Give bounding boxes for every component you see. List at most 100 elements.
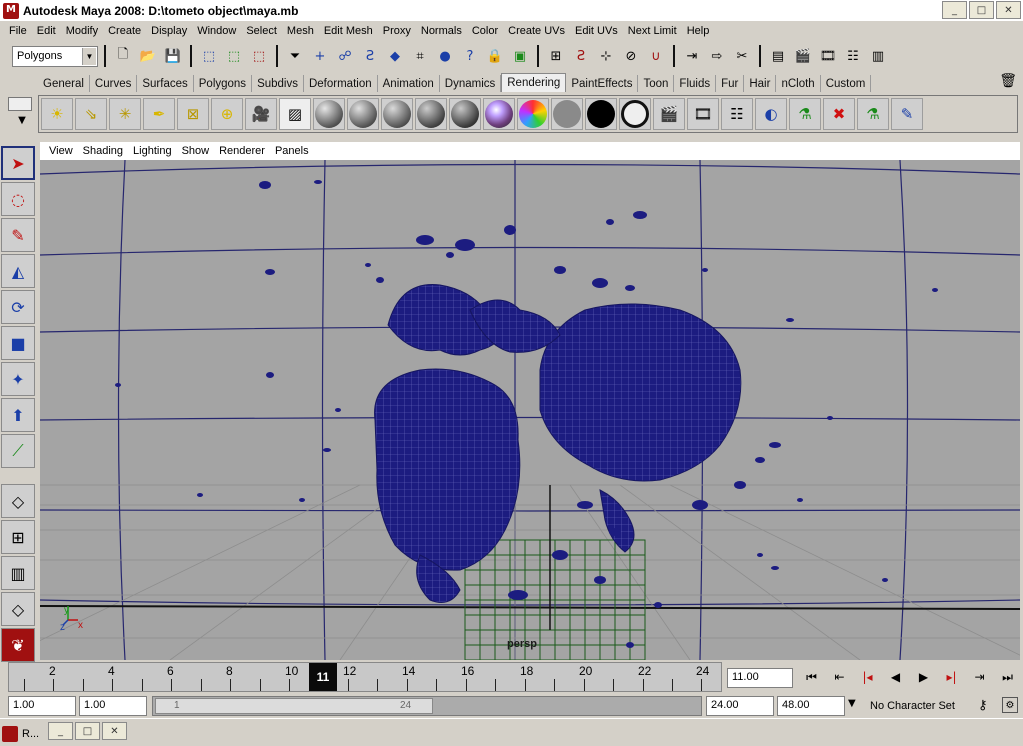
point-light-icon[interactable]: ✳ — [109, 98, 141, 130]
panel-menu-renderer[interactable]: Renderer — [214, 145, 270, 157]
tab-deformation[interactable]: Deformation — [304, 75, 378, 92]
spot-light-icon[interactable]: ✒ — [143, 98, 175, 130]
playback-start-field[interactable]: 1.00 — [79, 696, 147, 716]
select-handles-icon[interactable]: + — [309, 45, 331, 67]
shader-tool-icon[interactable]: ⚗ — [857, 98, 889, 130]
shader-sphere-icon[interactable] — [449, 98, 481, 130]
step-forward-key-icon[interactable]: ▸| — [939, 666, 964, 688]
select-tool-icon[interactable]: ➤ — [1, 146, 35, 180]
play-backwards-icon[interactable]: ◀ — [883, 666, 908, 688]
move-tool-icon[interactable]: ◭ — [1, 254, 35, 288]
ramp-shader-icon[interactable] — [483, 98, 515, 130]
open-scene-icon[interactable]: 📂 — [137, 45, 159, 67]
ipr-render-icon[interactable]: 🎞 — [687, 98, 719, 130]
lock-selection-icon[interactable]: 🔒 — [484, 45, 506, 67]
step-back-key-icon[interactable]: |◂ — [855, 666, 880, 688]
panel-menu-lighting[interactable]: Lighting — [128, 145, 177, 157]
panel-menu-show[interactable]: Show — [177, 145, 215, 157]
single-pane-layout-icon[interactable]: ◇ — [1, 484, 35, 518]
select-deformations-icon[interactable]: ⌗ — [409, 45, 431, 67]
menu-color[interactable]: Color — [467, 25, 503, 37]
construction-history-icon[interactable]: ✂ — [731, 45, 753, 67]
snap-point-icon[interactable]: ⊹ — [595, 45, 617, 67]
playback-end-field[interactable]: 24.00 — [706, 696, 774, 716]
tab-general[interactable]: General — [38, 75, 90, 92]
current-time-field[interactable]: 11.00 — [727, 668, 793, 688]
menu-select[interactable]: Select — [241, 25, 282, 37]
select-dynamics-icon[interactable]: ● — [434, 45, 456, 67]
perspective-viewport[interactable]: y z x persp — [40, 160, 1020, 660]
ipr-render-icon[interactable]: 🎞 — [817, 45, 839, 67]
render-current-frame-icon[interactable]: 🎬 — [653, 98, 685, 130]
tab-subdivs[interactable]: Subdivs — [252, 75, 304, 92]
current-frame-marker[interactable]: 11 — [309, 663, 337, 691]
volume-light-icon[interactable]: ⊕ — [211, 98, 243, 130]
mask-dropdown-icon[interactable]: ⏷ — [284, 45, 306, 67]
menu-modify[interactable]: Modify — [61, 25, 103, 37]
auto-key-icon[interactable]: ⚷ — [978, 698, 988, 713]
output-ops-icon[interactable]: ⇨ — [706, 45, 728, 67]
lasso-tool-icon[interactable]: ◌ — [1, 182, 35, 216]
snap-view-plane-icon[interactable]: ⊘ — [620, 45, 642, 67]
maximize-button[interactable]: □ — [969, 1, 994, 19]
shelf-menu-down-icon[interactable]: ▼ — [8, 115, 36, 126]
render-view-icon[interactable]: ▤ — [767, 45, 789, 67]
make-live-icon[interactable]: ∪ — [645, 45, 667, 67]
tab-toon[interactable]: Toon — [638, 75, 675, 92]
ambient-light-icon[interactable]: ☀ — [41, 98, 73, 130]
menu-set-selector[interactable]: Polygons ▼ — [12, 45, 98, 67]
tab-hair[interactable]: Hair — [744, 75, 777, 92]
range-slider[interactable]: 1 24 — [152, 696, 702, 716]
snap-curve-icon[interactable]: Ƨ — [570, 45, 592, 67]
tab-fur[interactable]: Fur — [716, 75, 745, 92]
time-slider[interactable]: 2 4 6 8 10 12 14 16 18 20 22 24 11 — [8, 662, 722, 692]
panel-menu-view[interactable]: View — [44, 145, 78, 157]
menu-create[interactable]: Create — [103, 25, 146, 37]
shader-sphere-icon[interactable] — [313, 98, 345, 130]
select-object-icon[interactable]: ⬚ — [223, 45, 245, 67]
paint-select-tool-icon[interactable]: ✎ — [1, 218, 35, 252]
black-shader-icon[interactable] — [585, 98, 617, 130]
paint-brush-icon[interactable]: ✎ — [891, 98, 923, 130]
menu-window[interactable]: Window — [192, 25, 241, 37]
area-light-icon[interactable]: ⊠ — [177, 98, 209, 130]
play-forwards-icon[interactable]: ▶ — [911, 666, 936, 688]
render-current-frame-icon[interactable]: 🎬 — [792, 45, 814, 67]
shader-sphere-icon[interactable] — [347, 98, 379, 130]
graph-persp-layout-icon[interactable]: ◇ — [1, 592, 35, 626]
step-back-frame-icon[interactable]: ⇤ — [827, 666, 852, 688]
tab-polygons[interactable]: Polygons — [194, 75, 253, 92]
tab-custom[interactable]: Custom — [821, 75, 872, 92]
show-manipulator-icon[interactable]: ⟋ — [1, 434, 35, 468]
menu-next-limit[interactable]: Next Limit — [623, 25, 682, 37]
soft-modification-icon[interactable]: ⬆ — [1, 398, 35, 432]
render-settings-icon[interactable]: ☷ — [842, 45, 864, 67]
close-button[interactable]: ✕ — [102, 722, 127, 740]
select-misc-icon[interactable]: ? — [459, 45, 481, 67]
new-scene-icon[interactable]: 🗋 — [112, 45, 134, 67]
universal-manipulator-icon[interactable]: ✦ — [1, 362, 35, 396]
menu-edit[interactable]: Edit — [32, 25, 61, 37]
render-to-texture-icon[interactable]: ◐ — [755, 98, 787, 130]
animation-preferences-icon[interactable]: ⚙ — [1002, 697, 1018, 713]
paint-shaders-icon[interactable]: ⚗ — [789, 98, 821, 130]
menu-display[interactable]: Display — [146, 25, 192, 37]
menu-file[interactable]: File — [4, 25, 32, 37]
tab-ncloth[interactable]: nCloth — [776, 75, 821, 92]
start-time-field[interactable]: 1.00 — [8, 696, 76, 716]
tab-painteffects[interactable]: PaintEffects — [566, 75, 639, 92]
directional-light-icon[interactable]: ⇘ — [75, 98, 107, 130]
tab-animation[interactable]: Animation — [378, 75, 440, 92]
rainbow-shader-icon[interactable] — [517, 98, 549, 130]
select-curves-icon[interactable]: Ƨ — [359, 45, 381, 67]
menu-proxy[interactable]: Proxy — [378, 25, 416, 37]
character-set-dropdown-icon[interactable]: ▼ — [848, 698, 856, 709]
end-time-field[interactable]: 48.00 — [777, 696, 845, 716]
outliner-persp-layout-icon[interactable]: ▥ — [1, 556, 35, 590]
go-to-end-icon[interactable]: ⏭ — [995, 666, 1020, 688]
menu-mesh[interactable]: Mesh — [282, 25, 319, 37]
shelf-tab-toggle-icon[interactable] — [8, 97, 32, 111]
menu-help[interactable]: Help — [682, 25, 715, 37]
snap-grid-icon[interactable]: ⊞ — [545, 45, 567, 67]
delete-render-icon[interactable]: ✖ — [823, 98, 855, 130]
